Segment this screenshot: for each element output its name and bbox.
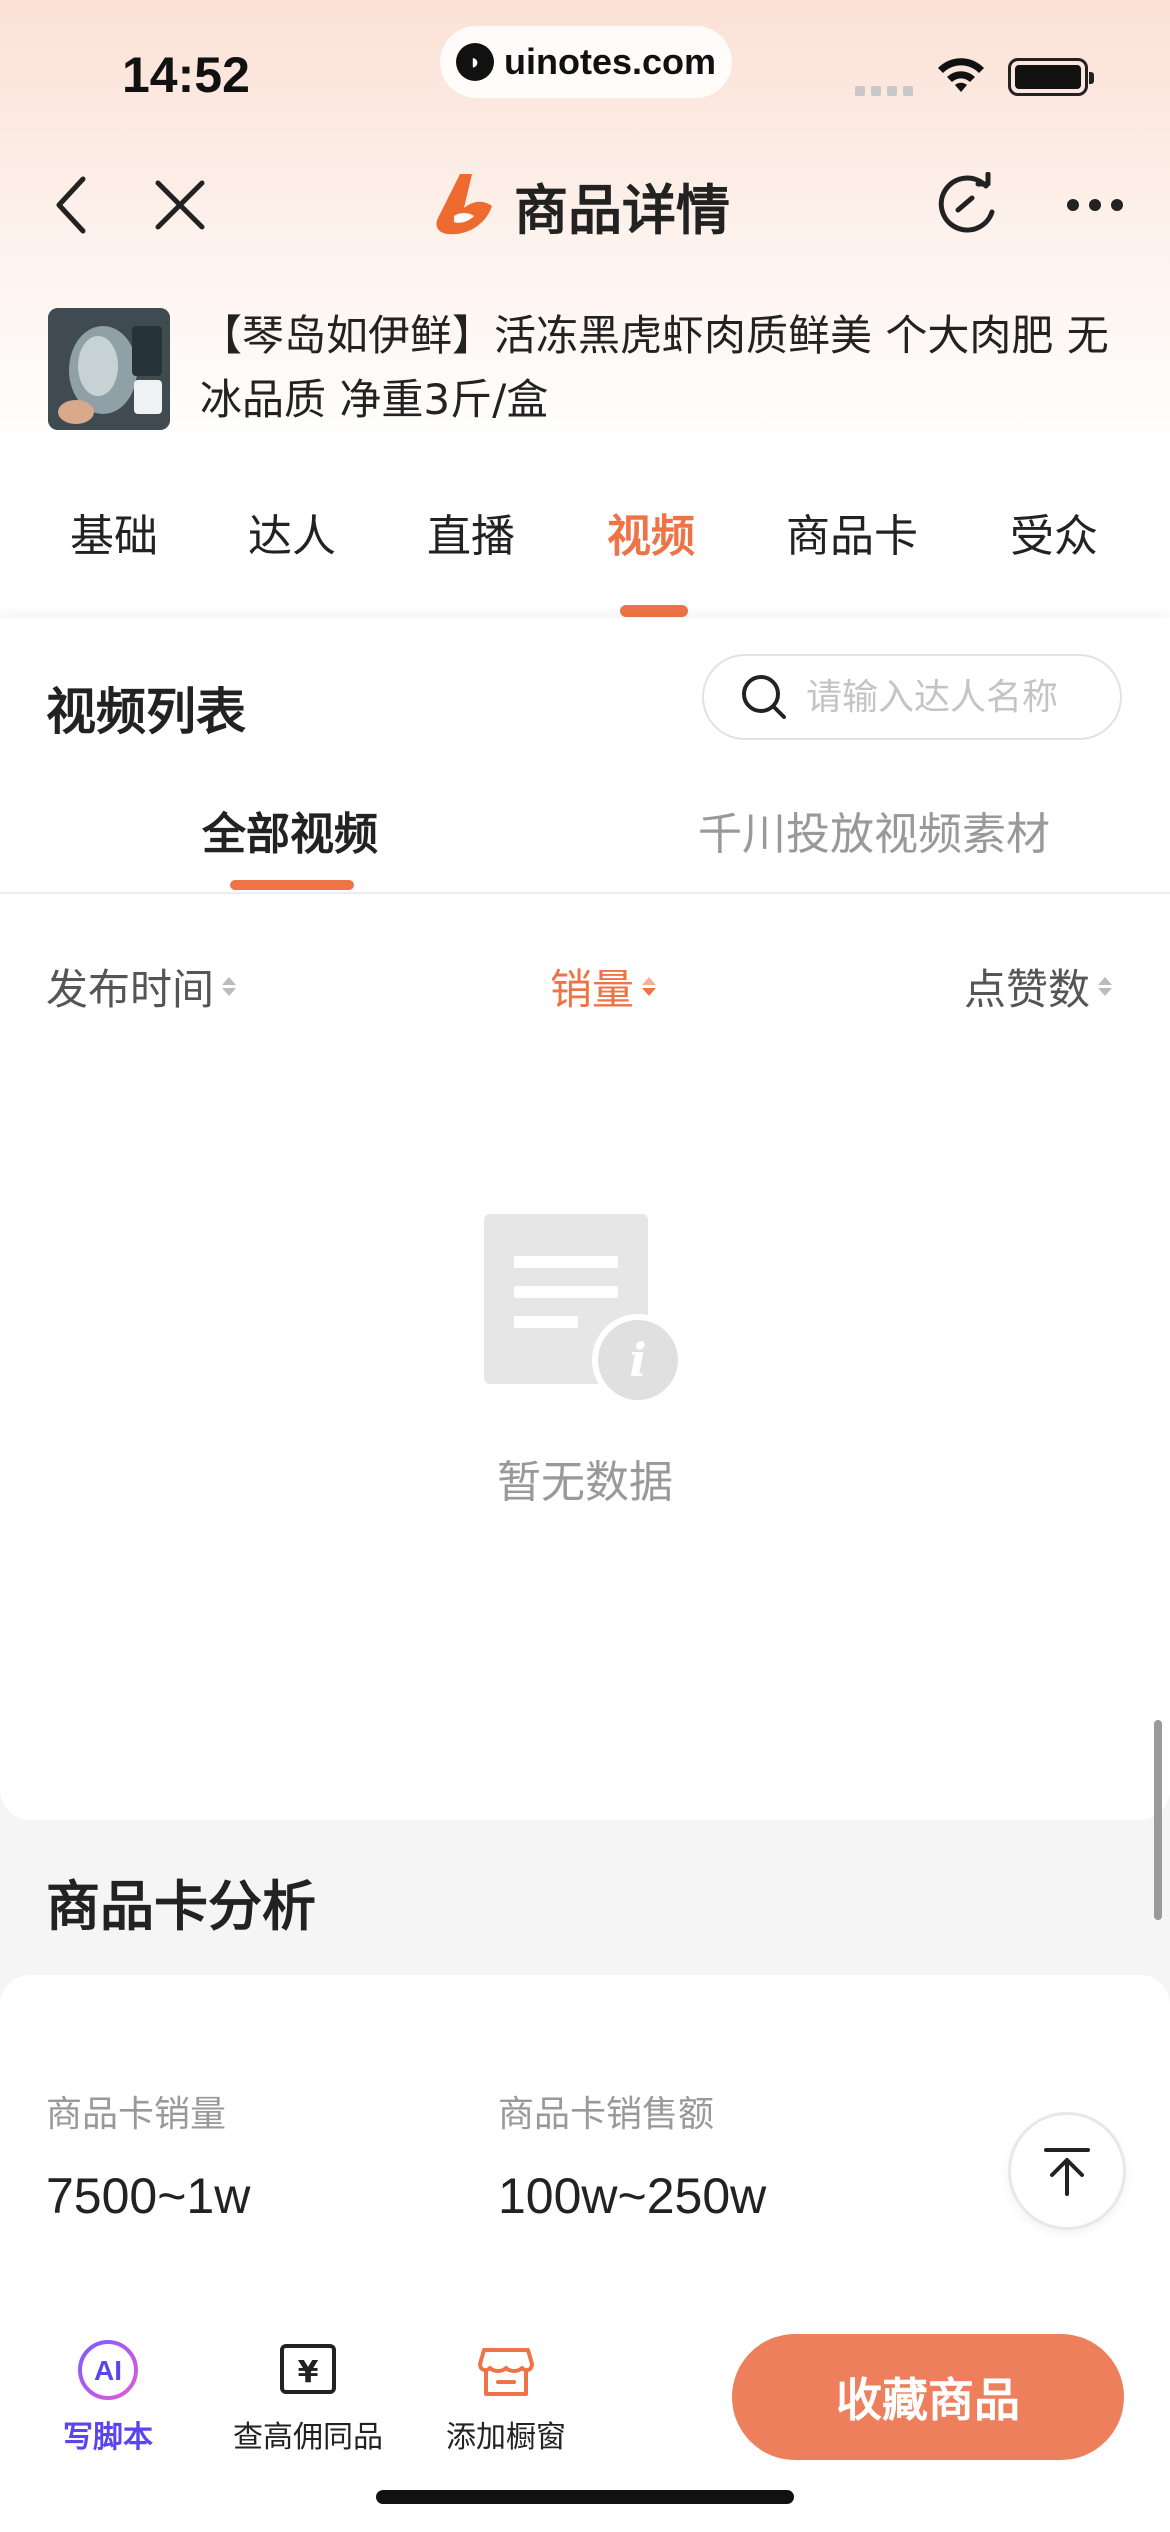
- video-list-panel: 视频列表 全部视频 千川投放视频素材 发布时间 销量 点赞数 i: [0, 618, 1170, 1820]
- tab-influencer[interactable]: 达人: [248, 500, 336, 564]
- video-list-title: 视频列表: [46, 683, 246, 741]
- battery-icon: [1008, 58, 1094, 96]
- video-sub-tabs: 全部视频 千川投放视频素材: [0, 788, 1170, 894]
- bottom-item-label: 写脚本: [63, 2420, 153, 2455]
- stat-value: 7500~1w: [46, 2168, 251, 2224]
- url-pill[interactable]: ◗ uinotes.com: [440, 26, 732, 98]
- chevron-left-icon: [56, 176, 86, 234]
- refresh-button[interactable]: [932, 170, 1002, 240]
- sub-tab-qianchuan-videos[interactable]: 千川投放视频素材: [698, 798, 1050, 862]
- status-bar: 14:52 ◗ uinotes.com: [0, 0, 1170, 130]
- more-button[interactable]: [1060, 170, 1130, 240]
- sort-arrows-icon: [642, 977, 657, 996]
- sort-arrows-icon: [222, 977, 237, 996]
- stat-card-revenue: 商品卡销售额 100w~250w: [498, 2085, 766, 2225]
- wifi-icon: [938, 58, 984, 92]
- sort-arrows-icon: [1098, 977, 1113, 996]
- sub-tab-indicator: [230, 880, 354, 890]
- stat-value: 100w~250w: [498, 2168, 767, 2224]
- home-indicator: [376, 2490, 794, 2504]
- back-button[interactable]: [36, 170, 106, 240]
- sort-label: 点赞数: [964, 965, 1091, 1014]
- yen-icon: ¥: [276, 2338, 340, 2402]
- svg-text:¥: ¥: [298, 2355, 319, 2390]
- close-button[interactable]: [145, 170, 215, 240]
- sort-sales[interactable]: 销量: [550, 956, 657, 1017]
- product-title: 【琴岛如伊鲜】活冻黑虎虾肉质鲜美 个大肉肥 无冰品质 净重3斤/盒: [200, 311, 1109, 424]
- search-input[interactable]: [806, 676, 1106, 718]
- refresh-icon: [938, 172, 995, 233]
- stat-label: 商品卡销售额: [498, 2094, 715, 2135]
- bottom-item-label: 查高佣同品: [233, 2420, 383, 2455]
- active-tab-indicator: [620, 605, 688, 617]
- svg-text:AI: AI: [94, 2355, 122, 2386]
- more-icon: [1067, 199, 1123, 211]
- nav-bar: 商品详情: [0, 150, 1170, 260]
- collect-product-button[interactable]: 收藏商品: [732, 2334, 1124, 2460]
- sub-tab-all-videos[interactable]: 全部视频: [202, 798, 378, 862]
- cellular-signal-icon: [855, 86, 913, 96]
- influencer-search[interactable]: [702, 654, 1122, 740]
- scrollbar[interactable]: [1154, 1720, 1162, 1920]
- stat-card-sales: 商品卡销量 7500~1w: [46, 2085, 250, 2225]
- arrow-up-to-top-icon: [1044, 2148, 1090, 2196]
- search-icon: [742, 675, 786, 719]
- ai-icon: AI: [76, 2338, 140, 2402]
- site-logo-icon: ◗: [455, 43, 494, 81]
- url-text: uinotes.com: [503, 41, 717, 82]
- tab-basic[interactable]: 基础: [70, 500, 158, 564]
- product-header[interactable]: 【琴岛如伊鲜】活冻黑虎虾肉质鲜美 个大肉肥 无冰品质 净重3斤/盒: [48, 308, 1138, 438]
- high-commission-button[interactable]: ¥ 查高佣同品: [208, 2338, 408, 2456]
- card-analysis-title: 商品卡分析: [46, 1875, 316, 1938]
- stat-label: 商品卡销量: [46, 2094, 227, 2135]
- status-time: 14:52: [122, 47, 250, 103]
- write-script-button[interactable]: AI 写脚本: [8, 2338, 208, 2456]
- sort-label: 发布时间: [46, 965, 215, 1014]
- app-logo-icon: [436, 174, 492, 235]
- tab-video[interactable]: 视频: [607, 500, 695, 564]
- page-title: 商品详情: [514, 178, 730, 242]
- sort-label: 销量: [550, 965, 635, 1014]
- empty-text: 暂无数据: [497, 1457, 673, 1508]
- close-icon: [155, 180, 205, 230]
- tab-product-card[interactable]: 商品卡: [786, 500, 918, 564]
- back-to-top-button[interactable]: [1008, 2112, 1126, 2230]
- sort-row: 发布时间 销量 点赞数: [0, 956, 1170, 1020]
- sort-likes[interactable]: 点赞数: [964, 956, 1113, 1017]
- add-showcase-button[interactable]: 添加橱窗: [406, 2338, 606, 2456]
- tab-live[interactable]: 直播: [427, 500, 515, 564]
- main-tabs: 基础 达人 直播 视频 商品卡 受众: [0, 500, 1170, 610]
- nav-title: 商品详情: [430, 170, 730, 242]
- bottom-item-label: 添加橱窗: [446, 2420, 566, 2455]
- tab-audience[interactable]: 受众: [1010, 500, 1098, 564]
- empty-document-icon: i: [484, 1214, 684, 1406]
- store-icon: [474, 2338, 538, 2402]
- svg-text:i: i: [629, 1333, 646, 1387]
- sort-publish-time[interactable]: 发布时间: [46, 956, 237, 1017]
- product-thumbnail: [48, 308, 170, 430]
